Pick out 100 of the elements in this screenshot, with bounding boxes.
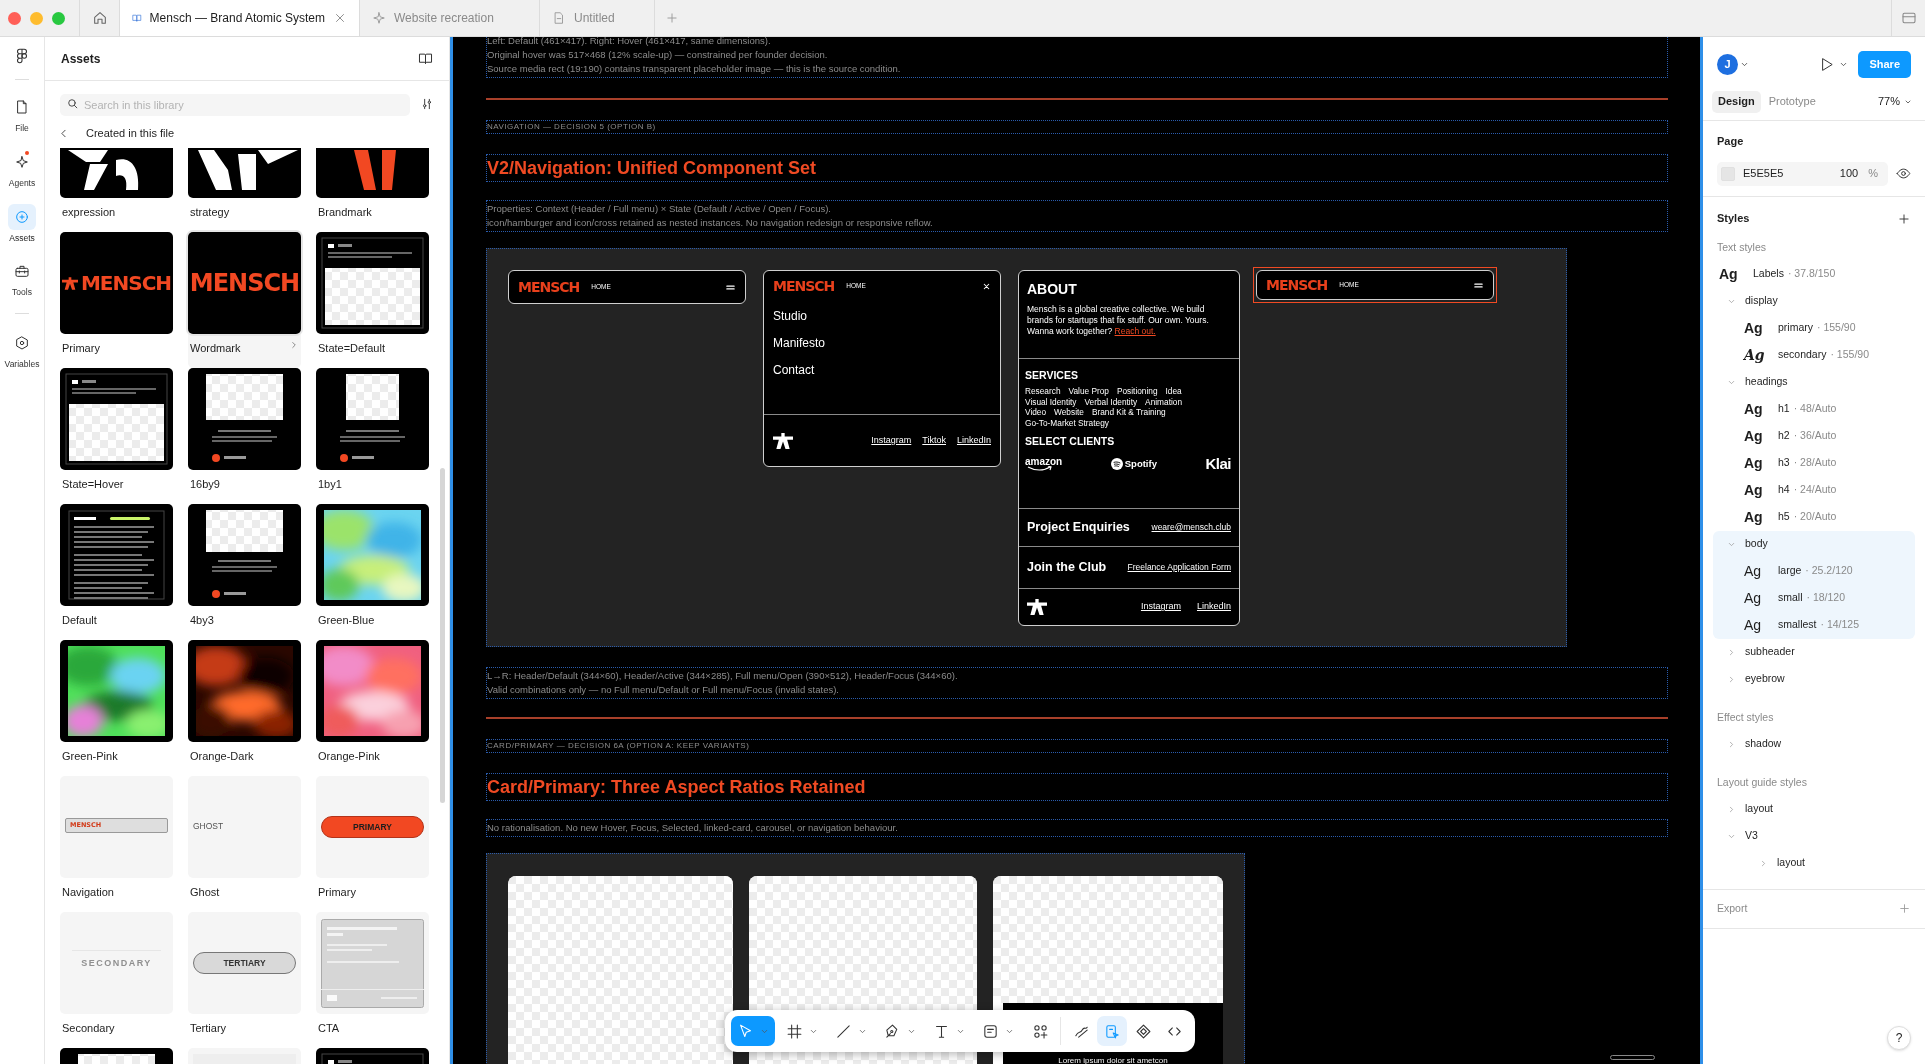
avatar[interactable]: J xyxy=(1717,53,1738,75)
style-group[interactable]: headings xyxy=(1713,368,1915,396)
sparkle-icon xyxy=(372,11,386,25)
text-style-item[interactable]: Ag h1 · 48/Auto xyxy=(1713,395,1915,423)
window-icon xyxy=(1900,10,1917,26)
style-name: small xyxy=(1778,590,1803,606)
search-field[interactable]: Search in this library xyxy=(60,94,410,116)
reach-out-link[interactable]: Reach out. xyxy=(1114,326,1156,336)
add-style-button[interactable] xyxy=(1897,211,1911,226)
brand-mark-icon xyxy=(1027,599,1047,615)
filter-button[interactable] xyxy=(420,97,434,111)
style-spec: · 25.2/120 xyxy=(1805,563,1853,579)
text-style-item[interactable]: Ag small · 18/120 xyxy=(1713,584,1915,612)
service-item: Website xyxy=(1054,407,1084,418)
rail-item[interactable]: Agents xyxy=(6,144,38,192)
help-button[interactable]: ? xyxy=(1887,1026,1911,1050)
secondary-button-preview: SECONDARY xyxy=(72,950,161,971)
wordmark-logo: MENSCH xyxy=(80,270,172,297)
library-button[interactable] xyxy=(418,51,433,66)
style-sample: Ag xyxy=(1744,564,1763,578)
zoom-menu[interactable]: 77% xyxy=(1877,93,1912,110)
shapes-icon xyxy=(1031,1022,1049,1040)
primary-button-preview: PRIMARY xyxy=(321,816,424,838)
style-spec: · 155/90 xyxy=(1830,347,1869,363)
asset-label: Green-Blue xyxy=(318,613,375,628)
panel-tab[interactable]: Prototype xyxy=(1762,90,1822,113)
asset-thumbnail[interactable] xyxy=(60,640,173,742)
service-item: Animation xyxy=(1145,396,1182,407)
asset-thumbnail[interactable] xyxy=(188,368,301,470)
scrollbar[interactable] xyxy=(440,468,445,803)
style-group[interactable]: body xyxy=(1713,530,1915,558)
menu-item[interactable]: Manifesto xyxy=(773,335,991,352)
asset-thumbnail[interactable] xyxy=(316,912,429,1014)
client-logo: amazon xyxy=(1025,457,1063,470)
text-style-item[interactable]: Ag secondary · 155/90 xyxy=(1713,341,1915,369)
asset-label: 4by3 xyxy=(190,613,214,628)
contact-label: Project Enquiries xyxy=(1027,519,1130,537)
style-name: h3 xyxy=(1778,455,1790,471)
asset-label: State=Hover xyxy=(62,477,124,492)
asset-thumbnail[interactable]: MENSCH xyxy=(188,232,301,334)
asset-thumbnail[interactable]: TERTIARY xyxy=(188,912,301,1014)
text-style-item[interactable]: Ag h5 · 20/Auto xyxy=(1713,503,1915,531)
visibility-button[interactable] xyxy=(1896,166,1911,181)
style-name: large xyxy=(1778,563,1802,579)
text-style-item[interactable]: Ag primary · 155/90 xyxy=(1713,314,1915,342)
text-style-item[interactable]: Ag h4 · 24/Auto xyxy=(1713,476,1915,504)
asset-thumbnail[interactable] xyxy=(316,504,429,606)
footer-link[interactable]: LinkedIn xyxy=(1196,600,1231,614)
style-group[interactable]: layout xyxy=(1713,795,1915,823)
contact-link[interactable]: weare@mensch.club xyxy=(1151,521,1231,534)
panel-tab[interactable]: Design xyxy=(1712,90,1761,113)
style-group[interactable]: layout xyxy=(1713,849,1915,877)
style-group-name: subheader xyxy=(1745,644,1795,660)
close-tab-button[interactable] xyxy=(333,11,347,25)
asset-thumbnail[interactable] xyxy=(60,368,173,470)
scrollbar[interactable] xyxy=(1610,1055,1655,1060)
menu-item[interactable]: Studio xyxy=(773,308,991,325)
asset-thumbnail[interactable]: GHOST xyxy=(188,776,301,878)
style-group[interactable]: display xyxy=(1713,287,1915,315)
style-group-name: layout xyxy=(1777,855,1806,871)
footer-link[interactable]: Instagram xyxy=(871,433,912,448)
style-group[interactable]: V3 xyxy=(1713,822,1915,850)
rail-item[interactable]: Tools xyxy=(6,254,38,301)
asset-thumbnail[interactable] xyxy=(188,640,301,742)
footer-link[interactable]: Instagram xyxy=(1140,600,1181,614)
asset-thumbnail[interactable]: MENSCH xyxy=(60,232,173,334)
rail-item[interactable]: Assets xyxy=(6,199,38,247)
note-text: Valid combinations only — no Full menu/Default or Full menu/Focus (invalid states). xyxy=(487,683,840,697)
clients-title: SELECT CLIENTS xyxy=(1025,434,1116,448)
rail-item[interactable]: Variables xyxy=(2,326,42,373)
browser-tab[interactable]: Mensch — Brand Atomic System xyxy=(120,0,360,36)
asset-thumbnail[interactable]: PRIMARY xyxy=(316,776,429,878)
style-name: smallest xyxy=(1778,617,1817,633)
asset-thumbnail[interactable] xyxy=(316,640,429,742)
asset-label: 1by1 xyxy=(318,477,342,492)
asset-thumbnail[interactable] xyxy=(316,232,429,334)
style-group[interactable]: shadow xyxy=(1713,730,1915,758)
text-style-item[interactable]: Ag smallest · 14/125 xyxy=(1713,611,1915,639)
style-group-name: shadow xyxy=(1745,736,1782,752)
close-window-button[interactable] xyxy=(8,11,21,25)
section-eyebrow: NAVIGATION — DECISION 5 (OPTION B) xyxy=(487,121,656,133)
style-group-name: layout xyxy=(1745,801,1774,817)
asset-label: Tertiary xyxy=(190,1021,227,1036)
menu-item[interactable]: Contact xyxy=(773,362,991,379)
asset-thumbnail[interactable] xyxy=(60,504,173,606)
page-color-field[interactable]: E5E5E5 100 % xyxy=(1717,161,1888,186)
close-menu-button[interactable] xyxy=(982,281,991,291)
asset-thumbnail[interactable] xyxy=(316,368,429,470)
style-group[interactable]: subheader xyxy=(1713,638,1915,666)
rail-item[interactable]: File xyxy=(6,90,38,137)
asset-thumbnail[interactable] xyxy=(188,504,301,606)
footer-link[interactable]: LinkedIn xyxy=(956,433,991,448)
footer-link[interactable]: Tiktok xyxy=(922,433,946,448)
text-style-item[interactable]: Ag Labels · 37.8/150 xyxy=(1713,260,1915,288)
text-style-item[interactable]: Ag large · 25.2/120 xyxy=(1713,557,1915,585)
text-style-item[interactable]: Ag h2 · 36/Auto xyxy=(1713,422,1915,450)
style-group[interactable]: eyebrow xyxy=(1713,665,1915,693)
text-style-item[interactable]: Ag h3 · 28/Auto xyxy=(1713,449,1915,477)
asset-label: Navigation xyxy=(62,885,114,900)
contact-link[interactable]: Freelance Application Form xyxy=(1127,561,1231,574)
